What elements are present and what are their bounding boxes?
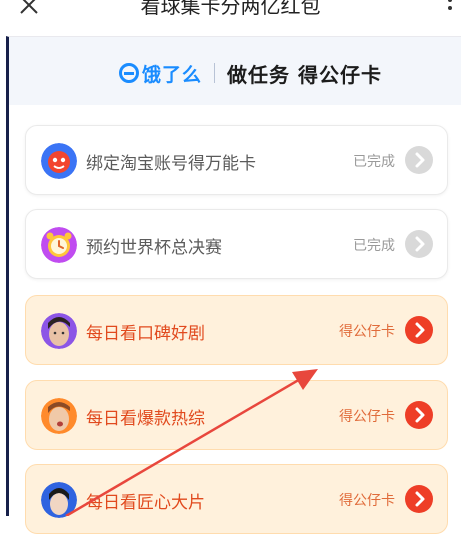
chevron-right-icon[interactable]	[405, 146, 433, 174]
header-divider	[214, 63, 216, 83]
task-item-reserve-final[interactable]: 预约世界杯总决赛 已完成	[25, 209, 448, 279]
task-status: 得公仔卡	[339, 324, 395, 340]
chevron-right-icon[interactable]	[405, 230, 433, 258]
chevron-right-icon[interactable]	[405, 316, 433, 344]
page-title: 看球集卡分两亿红包	[140, 0, 321, 18]
task-label: 每日看口碑好剧	[86, 324, 205, 344]
task-list: 绑定淘宝账号得万能卡 已完成 预约世界杯总决赛 已完成 每日看口碑好剧 得公仔卡…	[9, 105, 461, 534]
task-item-watch-movie[interactable]: 每日看匠心大片 得公仔卡	[25, 464, 448, 534]
taobao-icon	[41, 143, 77, 179]
task-item-watch-drama[interactable]: 每日看口碑好剧 得公仔卡	[25, 295, 448, 365]
task-status: 已完成	[353, 154, 395, 170]
task-panel: 饿了么 做任务 得公仔卡 绑定淘宝账号得万能卡 已完成 预约世界杯总决赛 已完成…	[6, 36, 461, 534]
task-status: 已完成	[353, 238, 395, 254]
task-item-watch-variety[interactable]: 每日看爆款热综 得公仔卡	[25, 380, 448, 450]
task-label: 预约世界杯总决赛	[86, 238, 222, 258]
brand-name: 饿了么	[142, 63, 203, 86]
task-item-bind-taobao[interactable]: 绑定淘宝账号得万能卡 已完成	[25, 125, 448, 195]
task-label: 每日看爆款热综	[86, 409, 205, 429]
avatar	[41, 398, 77, 434]
panel-header: 饿了么 做任务 得公仔卡	[9, 37, 461, 105]
chevron-right-icon[interactable]	[405, 401, 433, 429]
task-status: 得公仔卡	[339, 493, 395, 509]
avatar	[41, 313, 77, 349]
brand-logo: 饿了么 做任务 得公仔卡	[119, 61, 382, 87]
more-icon[interactable]	[447, 0, 453, 13]
task-status: 得公仔卡	[339, 409, 395, 425]
avatar	[41, 482, 77, 518]
task-label: 绑定淘宝账号得万能卡	[86, 154, 256, 174]
chevron-right-icon[interactable]	[405, 485, 433, 513]
alarm-clock-icon	[41, 227, 77, 263]
eleme-logo-icon	[119, 63, 139, 83]
task-label: 每日看匠心大片	[86, 493, 205, 513]
top-nav-bar: 看球集卡分两亿红包	[0, 0, 461, 24]
header-title: 做任务 得公仔卡	[227, 62, 382, 87]
